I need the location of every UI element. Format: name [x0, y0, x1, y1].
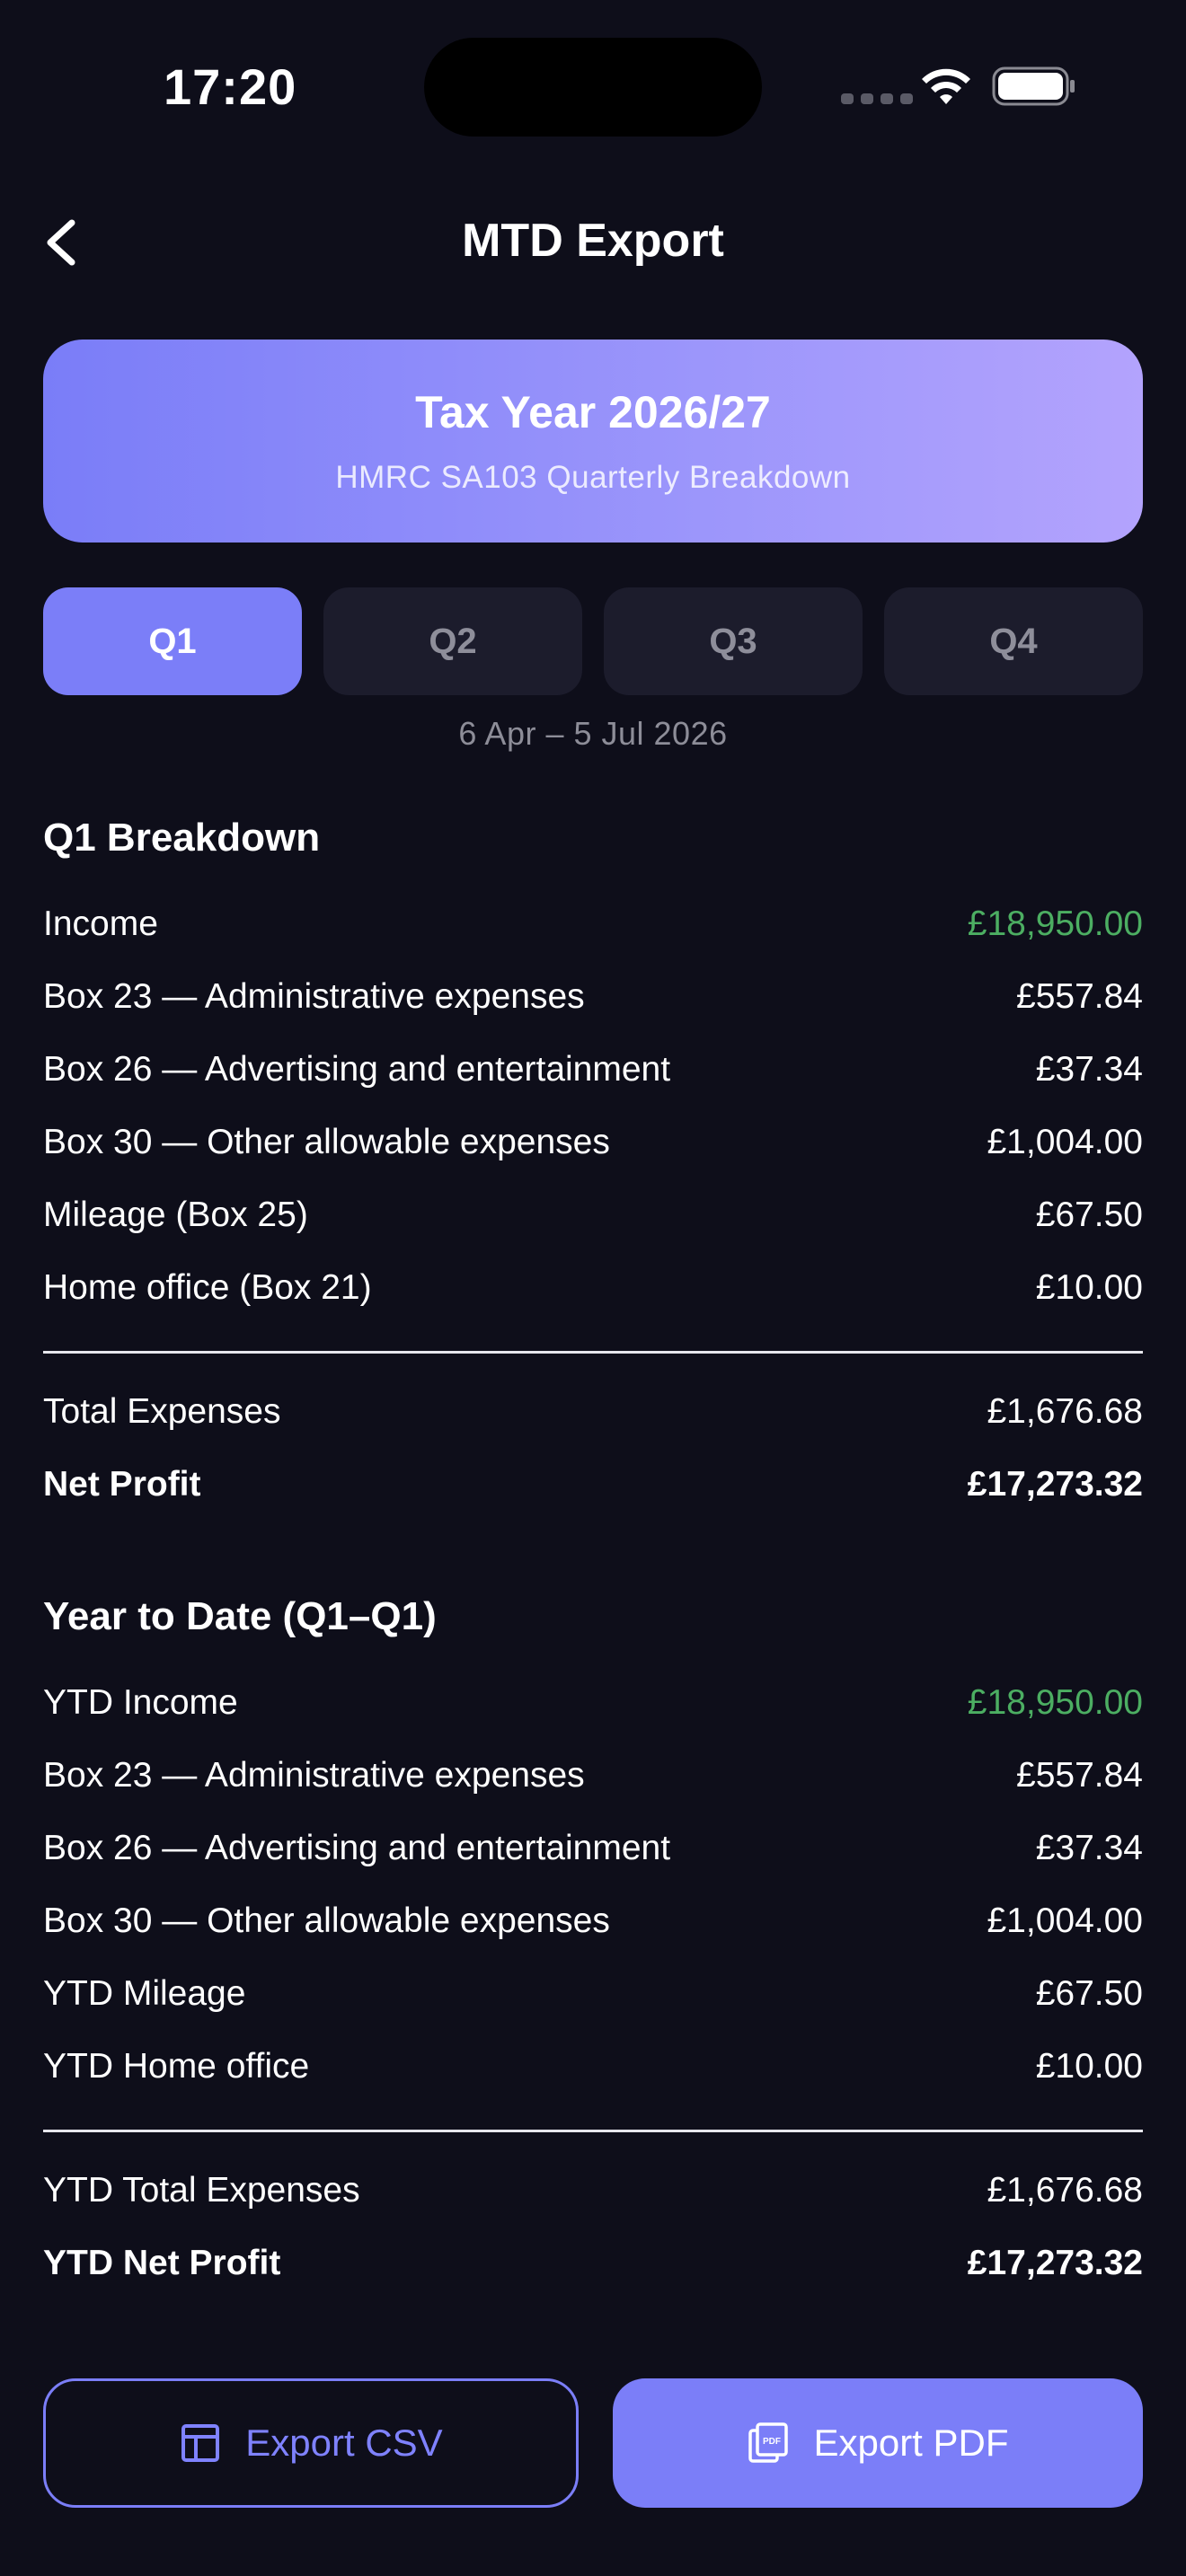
export-bar: Export CSV PDF Export PDF	[43, 2378, 1143, 2508]
export-pdf-button[interactable]: PDF Export PDF	[613, 2378, 1143, 2508]
row-value: £37.34	[1035, 1049, 1143, 1089]
breakdown-row: Box 30 — Other allowable expenses £1,004…	[43, 1106, 1143, 1178]
ytd-row: Box 23 — Administrative expenses £557.84	[43, 1739, 1143, 1812]
cellular-signal-icon	[841, 93, 913, 104]
export-pdf-label: Export PDF	[813, 2422, 1009, 2464]
nav-bar: MTD Export	[0, 198, 1186, 287]
row-label: Box 30 — Other allowable expenses	[43, 1122, 610, 1161]
row-value: £37.34	[1035, 1828, 1143, 1867]
ytd-section: Year to Date (Q1–Q1) YTD Income £18,950.…	[43, 1584, 1143, 2299]
row-value: £67.50	[1035, 1195, 1143, 1234]
ytd-net-profit-row: YTD Net Profit £17,273.32	[43, 2227, 1143, 2299]
row-value: £557.84	[1016, 976, 1143, 1016]
row-label: Total Expenses	[43, 1391, 281, 1431]
row-label: YTD Net Profit	[43, 2243, 281, 2282]
export-csv-label: Export CSV	[245, 2422, 443, 2464]
ytd-row: YTD Mileage £67.50	[43, 1957, 1143, 2030]
total-expenses-row: Total Expenses £1,676.68	[43, 1375, 1143, 1448]
row-value: £1,676.68	[987, 2170, 1143, 2210]
breakdown-row: Box 23 — Administrative expenses £557.84	[43, 960, 1143, 1033]
battery-icon	[992, 66, 1075, 106]
row-value: £1,676.68	[987, 1391, 1143, 1431]
row-value: £17,273.32	[967, 1464, 1143, 1504]
tab-q3[interactable]: Q3	[604, 587, 863, 695]
status-bar: 17:20	[0, 0, 1186, 180]
row-label: YTD Total Expenses	[43, 2170, 360, 2210]
svg-text:PDF: PDF	[763, 2437, 781, 2447]
row-value: £17,273.32	[967, 2243, 1143, 2282]
breakdown-row: Home office (Box 21) £10.00	[43, 1251, 1143, 1324]
row-value: £1,004.00	[987, 1122, 1143, 1161]
row-value: £10.00	[1035, 2046, 1143, 2086]
export-csv-button[interactable]: Export CSV	[43, 2378, 579, 2508]
tab-q2[interactable]: Q2	[323, 587, 582, 695]
table-icon	[181, 2424, 220, 2462]
breakdown-row: Box 26 — Advertising and entertainment £…	[43, 1033, 1143, 1106]
dynamic-island	[424, 38, 762, 137]
row-label: Box 23 — Administrative expenses	[43, 1755, 585, 1795]
row-label: Box 26 — Advertising and entertainment	[43, 1828, 671, 1867]
row-value: £18,950.00	[967, 1682, 1143, 1722]
row-label: Net Profit	[43, 1464, 201, 1504]
row-label: Box 30 — Other allowable expenses	[43, 1901, 610, 1940]
ytd-total-expenses-row: YTD Total Expenses £1,676.68	[43, 2154, 1143, 2227]
section-title: Q1 Breakdown	[43, 816, 321, 860]
ytd-row: Box 26 — Advertising and entertainment £…	[43, 1812, 1143, 1884]
wifi-icon	[922, 68, 970, 104]
page-title: MTD Export	[462, 215, 724, 267]
row-label: Box 23 — Administrative expenses	[43, 976, 585, 1016]
section-title: Year to Date (Q1–Q1)	[43, 1594, 437, 1638]
row-label: Income	[43, 904, 158, 943]
row-label: YTD Mileage	[43, 1973, 246, 2013]
quarter-breakdown-section: Q1 Breakdown Income £18,950.00 Box 23 — …	[43, 805, 1143, 1521]
row-label: Mileage (Box 25)	[43, 1195, 308, 1234]
row-label: Box 26 — Advertising and entertainment	[43, 1049, 671, 1089]
row-value: £67.50	[1035, 1973, 1143, 2013]
breakdown-row-income: Income £18,950.00	[43, 887, 1143, 960]
tax-year-subtitle: HMRC SA103 Quarterly Breakdown	[335, 460, 851, 495]
tax-year-title: Tax Year 2026/27	[415, 387, 771, 437]
ytd-row: YTD Home office £10.00	[43, 2030, 1143, 2103]
pdf-file-icon: PDF	[748, 2422, 789, 2463]
quarter-date-range: 6 Apr – 5 Jul 2026	[458, 715, 728, 752]
row-value: £557.84	[1016, 1755, 1143, 1795]
row-value: £18,950.00	[967, 904, 1143, 943]
row-label: YTD Home office	[43, 2046, 310, 2086]
divider	[43, 2130, 1143, 2132]
quarter-tabs: Q1 Q2 Q3 Q4	[43, 587, 1143, 695]
row-label: Home office (Box 21)	[43, 1267, 372, 1307]
ytd-row-income: YTD Income £18,950.00	[43, 1666, 1143, 1739]
row-value: £10.00	[1035, 1267, 1143, 1307]
row-value: £1,004.00	[987, 1901, 1143, 1940]
divider	[43, 1351, 1143, 1354]
status-time: 17:20	[164, 58, 297, 115]
tab-q4[interactable]: Q4	[884, 587, 1143, 695]
breakdown-row: Mileage (Box 25) £67.50	[43, 1178, 1143, 1251]
tab-q1[interactable]: Q1	[43, 587, 302, 695]
row-label: YTD Income	[43, 1682, 238, 1722]
ytd-row: Box 30 — Other allowable expenses £1,004…	[43, 1884, 1143, 1957]
tax-year-card: Tax Year 2026/27 HMRC SA103 Quarterly Br…	[43, 340, 1143, 543]
net-profit-row: Net Profit £17,273.32	[43, 1448, 1143, 1521]
